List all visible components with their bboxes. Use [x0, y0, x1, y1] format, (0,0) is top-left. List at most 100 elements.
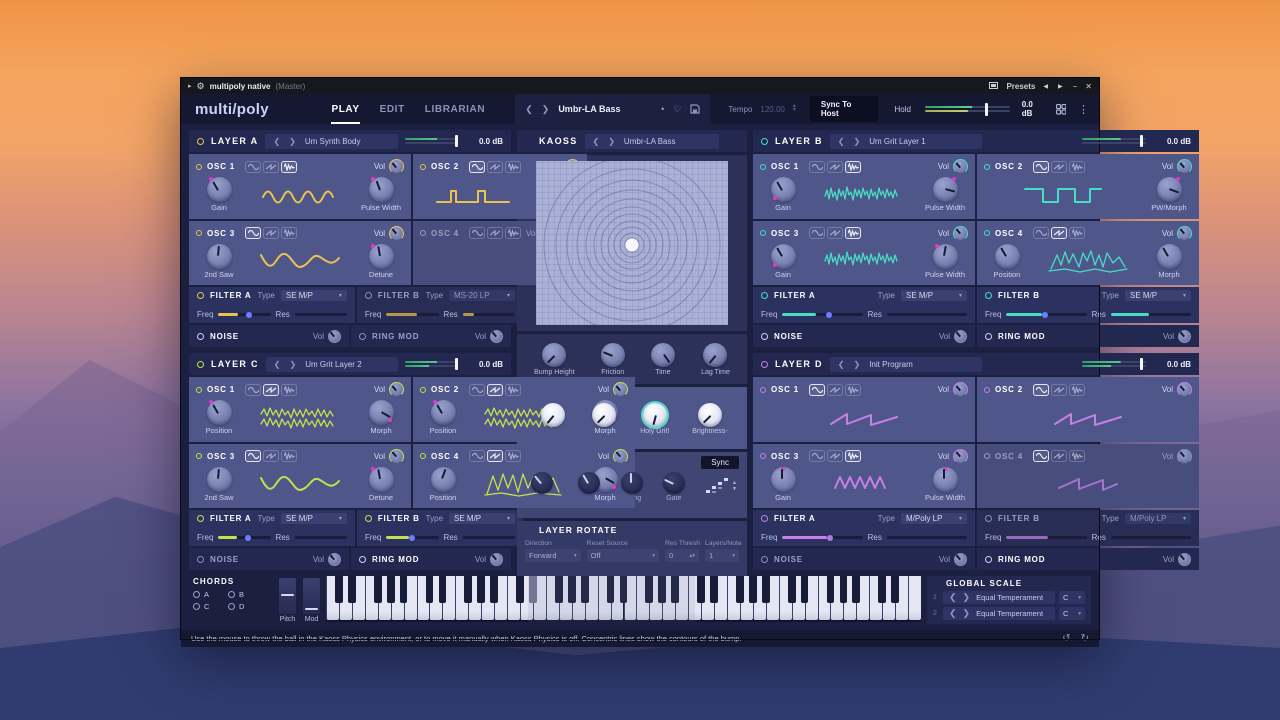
- wave-icon-sine[interactable]: [1033, 384, 1049, 396]
- ringmod-led[interactable]: [985, 556, 992, 563]
- arp-pattern-select[interactable]: ▲▼: [705, 477, 737, 495]
- wave-icon-sine[interactable]: [1033, 161, 1049, 173]
- filter-led[interactable]: [197, 292, 204, 299]
- pitch-wheel[interactable]: Pitch: [279, 578, 296, 623]
- black-key[interactable]: [801, 576, 809, 603]
- vol-knob[interactable]: [1177, 159, 1192, 174]
- wave-icon-sine[interactable]: [245, 450, 261, 462]
- filter-type-select[interactable]: M/Poly LP▾: [1125, 513, 1191, 524]
- layer-b-preset-name[interactable]: Um Grit Layer 1: [869, 137, 925, 146]
- filter-type-select[interactable]: MS-20 LP▾: [449, 290, 515, 301]
- grid-view-icon[interactable]: [1056, 104, 1066, 115]
- wave-icon-sine[interactable]: [469, 161, 485, 173]
- black-key[interactable]: [490, 576, 498, 603]
- next-icon[interactable]: ❯: [853, 137, 860, 146]
- wave-icon-multi[interactable]: [505, 227, 521, 239]
- layer-a-led[interactable]: [197, 138, 204, 145]
- layer-d-led[interactable]: [761, 361, 768, 368]
- black-key[interactable]: [658, 576, 666, 603]
- black-key[interactable]: [762, 576, 770, 603]
- wave-icon-saw[interactable]: [263, 227, 279, 239]
- close-button[interactable]: ✕: [1085, 82, 1092, 91]
- res-slider[interactable]: [463, 313, 515, 316]
- volume-handle[interactable]: [985, 103, 988, 116]
- chord-b-radio[interactable]: B: [228, 590, 259, 599]
- black-key[interactable]: [400, 576, 408, 603]
- prev-icon[interactable]: ❮: [273, 137, 280, 146]
- vol-knob[interactable]: [389, 159, 404, 174]
- redo-icon[interactable]: ↻: [1081, 633, 1089, 644]
- filter-led[interactable]: [197, 515, 204, 522]
- layer-d-preset-select[interactable]: ❮❯ Init Program: [830, 357, 982, 372]
- prev-icon[interactable]: ❮: [949, 592, 957, 603]
- osc-led[interactable]: [760, 453, 766, 459]
- wave-icon-sine[interactable]: [469, 227, 485, 239]
- wave-icon-multi[interactable]: [845, 161, 861, 173]
- vol-knob[interactable]: [613, 382, 628, 397]
- res-thresh-stepper[interactable]: 0▴▾: [665, 549, 699, 562]
- noise-led[interactable]: [761, 556, 768, 563]
- res-slider[interactable]: [887, 313, 967, 316]
- wave-icon-sine[interactable]: [245, 227, 261, 239]
- prev-icon[interactable]: ❮: [949, 608, 957, 619]
- pattern-spinner[interactable]: ▲▼: [732, 480, 737, 492]
- monitor-icon[interactable]: [989, 82, 998, 90]
- freq-slider[interactable]: [1006, 536, 1086, 539]
- osc-led[interactable]: [760, 387, 766, 393]
- wave-icon-multi[interactable]: [1069, 161, 1085, 173]
- black-key[interactable]: [568, 576, 576, 603]
- wave-icon-multi[interactable]: [281, 384, 297, 396]
- preset-next-button[interactable]: ▶: [1058, 83, 1065, 90]
- wave-icon-saw[interactable]: [1051, 384, 1067, 396]
- filter-type-select[interactable]: SE M/P▾: [281, 513, 347, 524]
- vol-knob[interactable]: [613, 449, 628, 464]
- osc-led[interactable]: [760, 164, 766, 170]
- wave-icon-saw[interactable]: [1051, 227, 1067, 239]
- freq-slider[interactable]: [782, 536, 862, 539]
- pulse-width-knob[interactable]: [933, 244, 958, 269]
- osc-led[interactable]: [196, 453, 202, 459]
- filter-led[interactable]: [365, 515, 372, 522]
- gate-knob[interactable]: [663, 472, 685, 494]
- wave-icon-sine[interactable]: [469, 450, 485, 462]
- morph-knob[interactable]: [1157, 244, 1182, 269]
- res-slider[interactable]: [463, 536, 515, 539]
- black-key[interactable]: [697, 576, 705, 603]
- gear-icon[interactable]: ⚙: [197, 81, 205, 92]
- layer-d-volume-slider[interactable]: [1082, 360, 1160, 369]
- ringmod-vol-knob[interactable]: [1178, 553, 1191, 566]
- wave-icon-sine[interactable]: [245, 384, 261, 396]
- ringmod-vol-knob[interactable]: [1178, 330, 1191, 343]
- layer-c-preset-select[interactable]: ❮❯ Um Grit Layer 2: [266, 357, 398, 372]
- chord-a-radio[interactable]: A: [193, 590, 224, 599]
- filter-led[interactable]: [761, 292, 768, 299]
- resolution-knob[interactable]: [531, 472, 553, 494]
- vol-knob[interactable]: [1177, 226, 1192, 241]
- layer-rotate-led[interactable]: [525, 527, 532, 534]
- wave-icon-multi[interactable]: [845, 384, 861, 396]
- mod-knob-1[interactable]: [541, 403, 565, 427]
- save-icon[interactable]: [690, 104, 700, 114]
- layer-c-volume-slider[interactable]: [405, 360, 472, 369]
- wave-icon-multi[interactable]: [1069, 227, 1085, 239]
- wave-icon-multi[interactable]: [505, 384, 521, 396]
- presets-button[interactable]: Presets: [1006, 82, 1035, 91]
- wave-icon-sine[interactable]: [1033, 227, 1049, 239]
- osc-led[interactable]: [760, 230, 766, 236]
- wave-icon-multi[interactable]: [845, 227, 861, 239]
- res-slider[interactable]: [295, 536, 347, 539]
- layer-d-preset-name[interactable]: Init Program: [869, 360, 913, 369]
- wave-icon-saw[interactable]: [487, 450, 503, 462]
- layer-b-preset-select[interactable]: ❮❯ Um Grit Layer 1: [830, 134, 982, 149]
- vol-knob[interactable]: [953, 382, 968, 397]
- ringmod-led[interactable]: [359, 556, 366, 563]
- wave-icon-sine[interactable]: [809, 384, 825, 396]
- noise-vol-knob[interactable]: [954, 553, 967, 566]
- preset-prev-button[interactable]: ◀: [1043, 83, 1050, 90]
- freq-slider[interactable]: [386, 536, 438, 539]
- gain-knob[interactable]: [771, 467, 796, 492]
- res-slider[interactable]: [887, 536, 967, 539]
- black-key[interactable]: [387, 576, 395, 603]
- wave-icon-saw[interactable]: [263, 450, 279, 462]
- wave-icon-saw[interactable]: [827, 384, 843, 396]
